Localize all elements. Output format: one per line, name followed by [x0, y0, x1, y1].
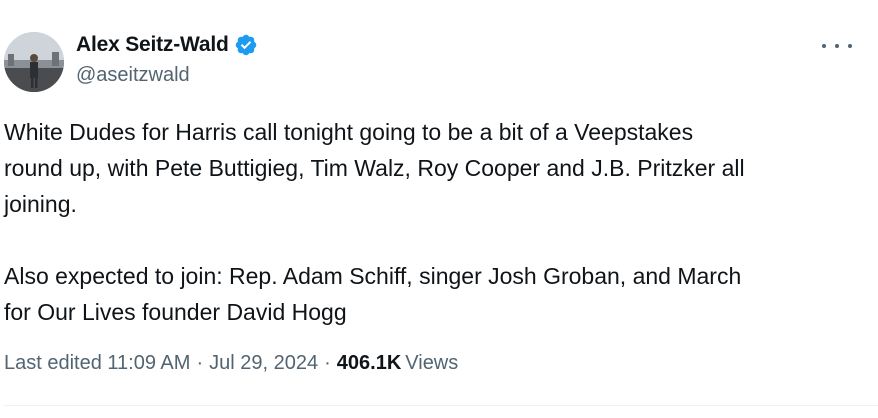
avatar[interactable] — [4, 32, 64, 92]
tweet-line: joining. — [4, 191, 77, 217]
edited-label[interactable]: Last edited 11:09 AM — [4, 352, 190, 375]
tweet-date[interactable]: Jul 29, 2024 — [209, 352, 318, 375]
tweet-line: Also expected to join: Rep. Adam Schiff,… — [4, 263, 742, 289]
divider — [4, 405, 878, 406]
tweet-line: round up, with Pete Buttigieg, Tim Walz,… — [4, 155, 745, 181]
more-dot — [835, 44, 839, 48]
meta-separator: · — [324, 352, 331, 374]
tweet-paragraph-2: Also expected to join: Rep. Adam Schiff,… — [4, 258, 864, 330]
tweet-text: White Dudes for Harris call tonight goin… — [4, 114, 864, 330]
more-dot — [848, 44, 852, 48]
author-display-name[interactable]: Alex Seitz-Wald — [76, 33, 229, 57]
views-label: Views — [405, 352, 459, 374]
more-options-icon[interactable] — [822, 34, 852, 58]
verified-badge-icon[interactable] — [234, 33, 258, 57]
tweet-paragraph-1: White Dudes for Harris call tonight goin… — [4, 114, 864, 222]
views-count[interactable]: 406.1K — [337, 352, 402, 375]
tweet-line: for Our Lives founder David Hogg — [4, 299, 347, 325]
more-dot — [822, 44, 826, 48]
tweet-meta: Last edited 11:09 AM · Jul 29, 2024 · 40… — [4, 352, 458, 375]
author-handle[interactable]: @aseitzwald — [76, 64, 190, 87]
author-name-row: Alex Seitz-Wald — [76, 33, 258, 57]
tweet-card: Alex Seitz-Wald @aseitzwald White Dudes … — [0, 0, 878, 418]
meta-separator: · — [196, 352, 204, 374]
tweet-line: White Dudes for Harris call tonight goin… — [4, 119, 694, 145]
